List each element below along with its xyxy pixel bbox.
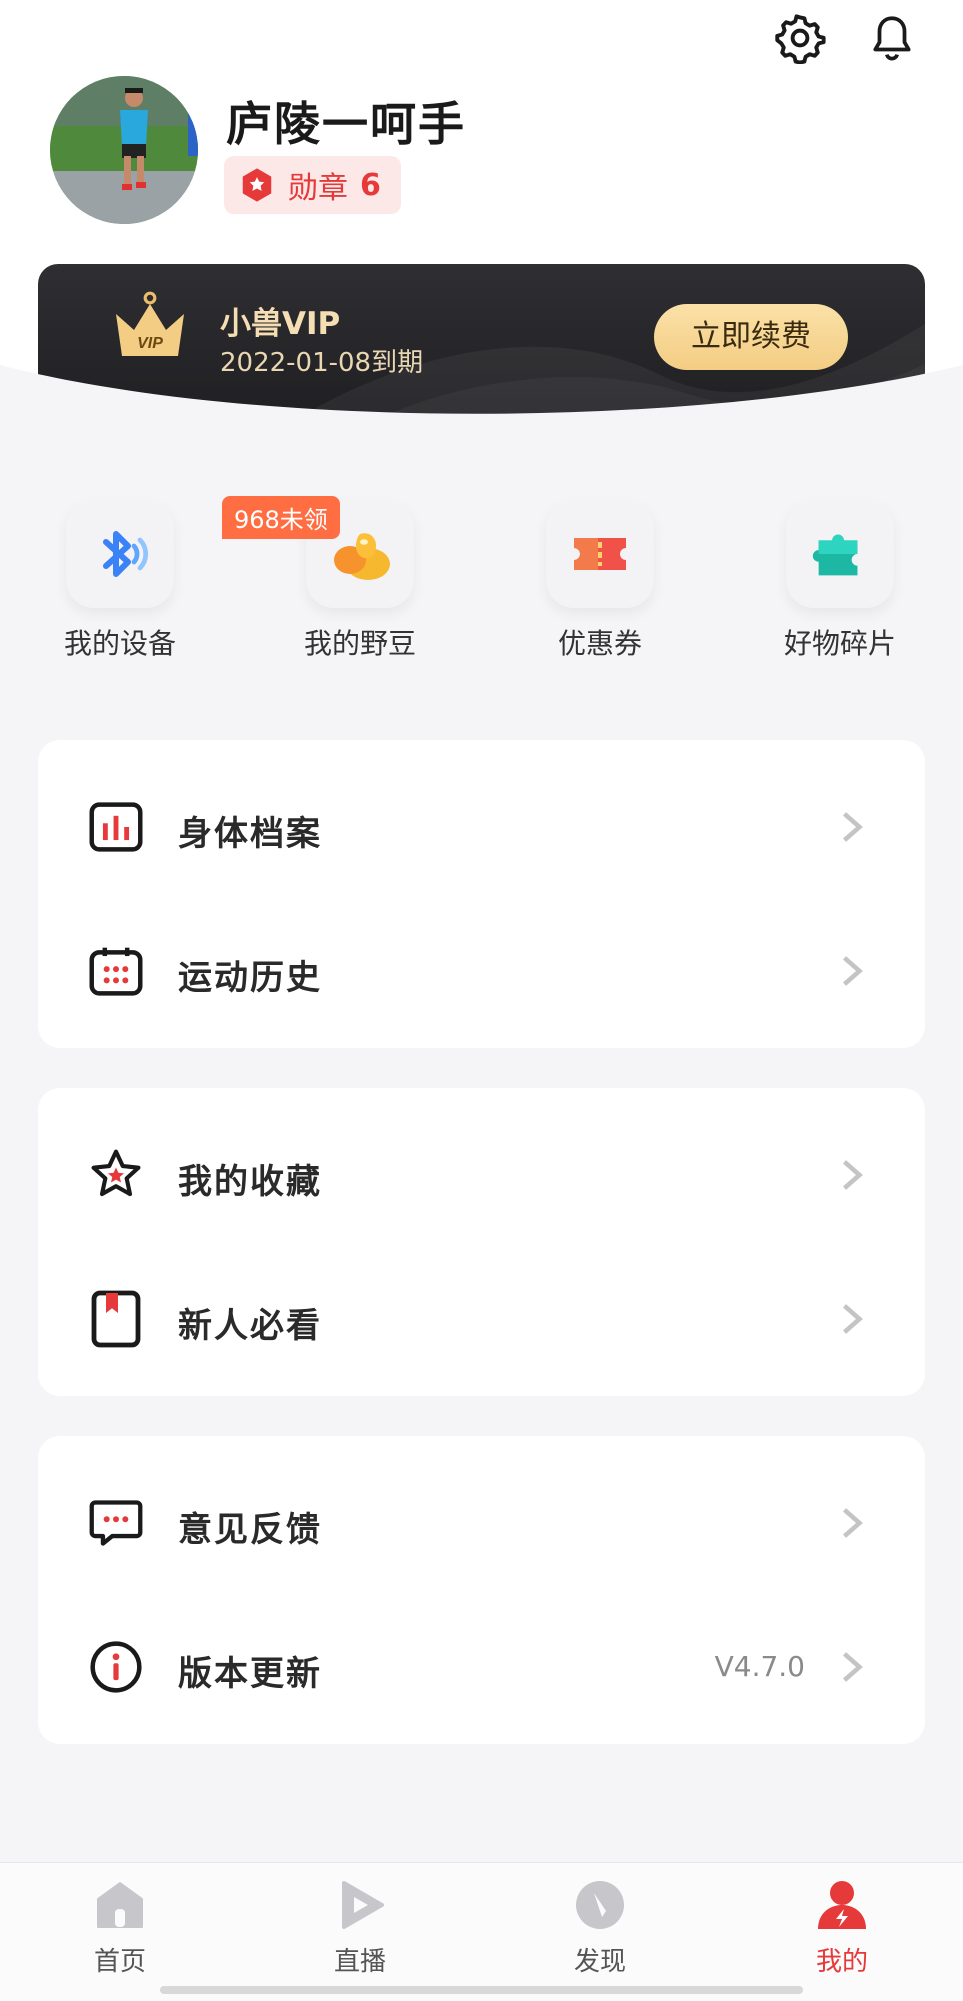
badge-label: 勋章 (288, 171, 348, 206)
vip-crown-icon: VIP (116, 291, 184, 356)
quick-item-fragments[interactable]: 好物碎片 (740, 500, 940, 662)
menu-item-newcomer-guide[interactable]: 新人必看 (38, 1254, 925, 1384)
menu-card-body: 身体档案 运动历史 (38, 740, 925, 1048)
puzzle-icon (786, 500, 894, 608)
compass-icon (576, 1881, 624, 1929)
menu-card-support: 意见反馈 版本更新 V4.7.0 (38, 1436, 925, 1744)
avatar[interactable] (50, 76, 198, 224)
username: 庐陵一呵手 (226, 97, 466, 151)
vip-title: 小兽VIP (220, 306, 341, 342)
star-icon (88, 1147, 144, 1203)
quick-label: 我的设备 (63, 627, 176, 660)
tab-home[interactable]: 首页 (50, 1877, 190, 1978)
home-icon (97, 1882, 143, 1928)
tab-label: 首页 (93, 1947, 146, 1977)
tab-me[interactable]: 我的 (772, 1877, 912, 1978)
quick-label: 优惠券 (557, 627, 642, 660)
menu-label: 身体档案 (178, 814, 322, 854)
calendar-icon (88, 943, 144, 999)
settings-gear-icon[interactable] (770, 8, 830, 68)
tab-label: 发现 (573, 1947, 626, 1977)
menu-label: 运动历史 (178, 958, 322, 998)
profile-icon (818, 1881, 866, 1929)
menu-item-version-update[interactable]: 版本更新 V4.7.0 (38, 1602, 925, 1732)
menu-item-favorites[interactable]: 我的收藏 (38, 1110, 925, 1240)
menu-label: 意见反馈 (178, 1510, 322, 1550)
info-icon (88, 1639, 144, 1695)
tab-discover[interactable]: 发现 (530, 1877, 670, 1978)
version-number: V4.7.0 (714, 1650, 805, 1683)
menu-item-workout-history[interactable]: 运动历史 (38, 906, 925, 1036)
menu-item-feedback[interactable]: 意见反馈 (38, 1458, 925, 1588)
message-icon (88, 1495, 144, 1551)
menu-label: 版本更新 (178, 1654, 322, 1694)
chevron-right-icon (843, 812, 863, 842)
curve-separator (0, 365, 963, 440)
menu-item-body-profile[interactable]: 身体档案 (38, 762, 925, 892)
svg-text:VIP: VIP (137, 335, 163, 352)
tab-label: 直播 (333, 1947, 386, 1977)
menu-card-collections: 我的收藏 新人必看 (38, 1088, 925, 1396)
quick-item-devices[interactable]: 我的设备 (20, 500, 220, 662)
medal-badge[interactable]: 勋章 6 (224, 156, 401, 214)
home-indicator[interactable] (160, 1986, 803, 1994)
quick-label: 我的野豆 (303, 627, 416, 660)
chevron-right-icon (843, 1508, 863, 1538)
quick-item-coupons[interactable]: 优惠券 (500, 500, 700, 662)
tab-live[interactable]: 直播 (290, 1877, 430, 1978)
chevron-right-icon (843, 956, 863, 986)
bluetooth-icon (66, 500, 174, 608)
chevron-right-icon (843, 1652, 863, 1682)
coupon-icon (546, 500, 654, 608)
chevron-right-icon (843, 1304, 863, 1334)
quick-actions: 我的设备 我的野豆 968未领 优惠券 好物碎片 (0, 496, 963, 700)
bookmark-icon (88, 1290, 144, 1348)
bottom-tab-bar: 首页 直播 发现 我的 (0, 1862, 963, 2001)
quick-label: 好物碎片 (783, 627, 896, 660)
tab-label: 我的 (815, 1947, 868, 1977)
play-icon (342, 1881, 384, 1929)
menu-label: 新人必看 (178, 1306, 322, 1346)
badge-count: 6 (360, 167, 381, 203)
chevron-right-icon (843, 1160, 863, 1190)
beans-unclaimed-tag: 968未领 (222, 496, 340, 539)
menu-label: 我的收藏 (178, 1162, 322, 1202)
chart-icon (88, 799, 144, 855)
notification-bell-icon[interactable] (862, 8, 922, 68)
medal-icon (242, 168, 272, 202)
